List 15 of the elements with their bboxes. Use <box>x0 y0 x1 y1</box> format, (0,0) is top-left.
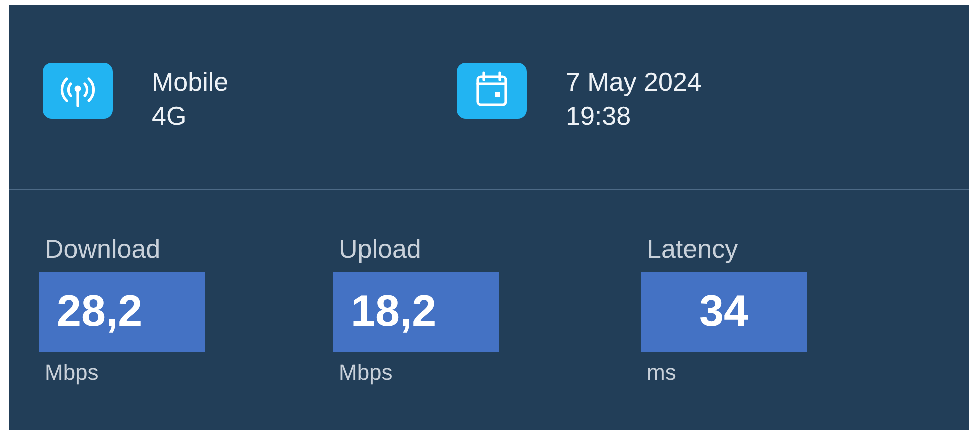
metric-value: 28,2 <box>39 272 205 352</box>
info-text: 7 May 2024 <box>566 67 702 97</box>
metric-unit: ms <box>647 360 676 386</box>
metric-label: Latency <box>647 234 738 264</box>
info-text: 19:38 <box>566 101 632 131</box>
metric-value: 34 <box>641 272 807 352</box>
metric-unit: Mbps <box>339 360 393 386</box>
calendar-icon <box>457 63 527 119</box>
metric-value: 18,2 <box>333 272 499 352</box>
metric-label: Download <box>45 234 161 264</box>
info-text: Mobile <box>152 67 229 97</box>
info-text: 4G <box>152 101 188 131</box>
antenna-icon <box>43 63 113 119</box>
metric-unit: Mbps <box>45 360 99 386</box>
metric-label: Upload <box>339 234 422 264</box>
